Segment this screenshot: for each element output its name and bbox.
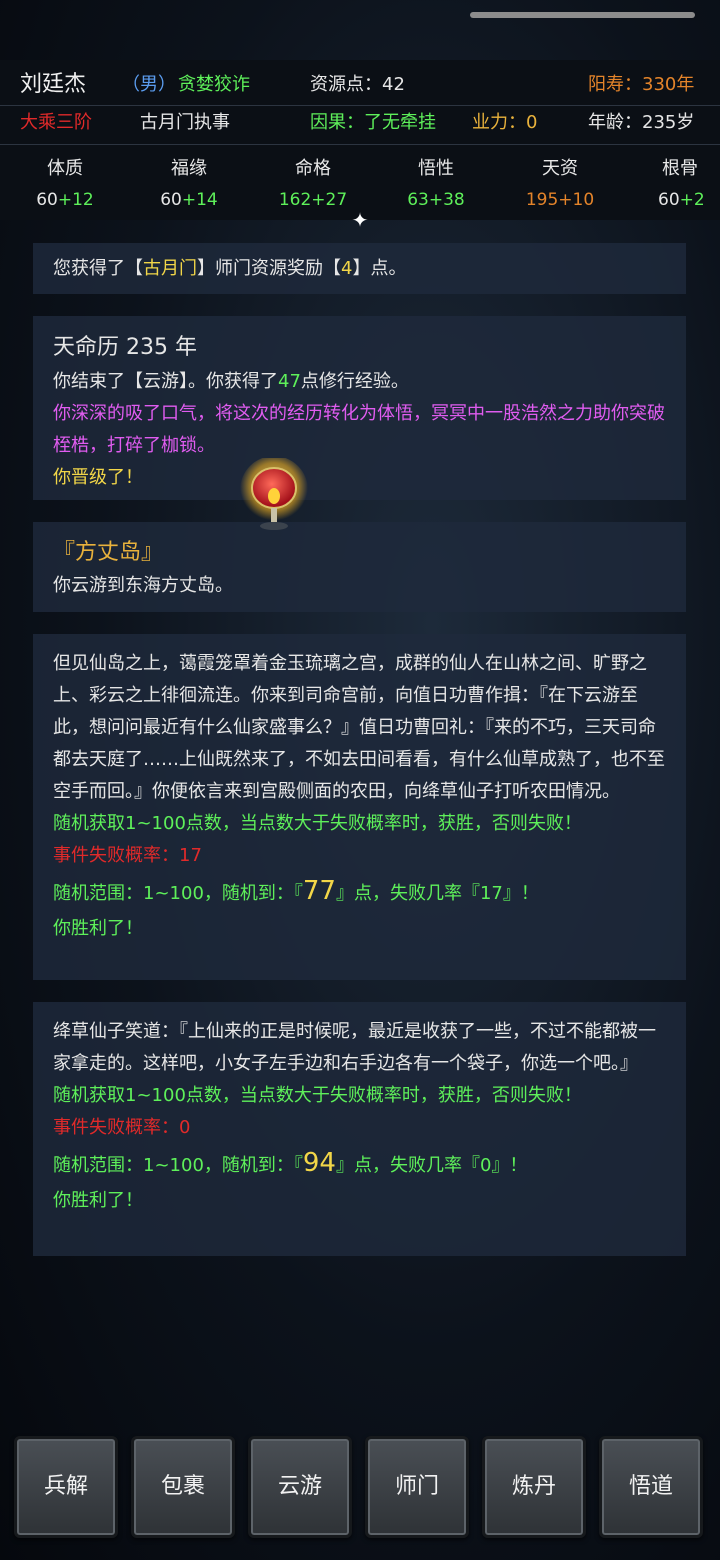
stat-value-talent: 195+10 [525, 190, 595, 210]
event-story: 绛草仙子笑道：『上仙来的正是时候呢，最近是收获了一些，不过不能都被一家拿走的。这… [53, 1021, 656, 1074]
stat-value-bone: 60+2 [658, 190, 705, 210]
enlightenment-button[interactable]: 悟道 [599, 1436, 703, 1538]
character-name: 刘廷杰 [20, 72, 87, 97]
breakthrough-text: 你深深的吸了口气，将这次的经历转化为体悟，冥冥中一股浩然之力助你突破桎梏，打碎了… [53, 403, 665, 456]
roll-number: 77 [302, 876, 336, 906]
event-result: 你胜利了！ [53, 1190, 143, 1211]
event-story: 但见仙岛之上，蔼霞笼罩着金玉琉璃之宫，成群的仙人在山林之间、旷野之上、彩云之上徘… [53, 653, 665, 802]
stat-value-comprehension: 63+38 [407, 190, 465, 210]
stat-value-destiny: 162+27 [278, 190, 348, 210]
resource-points: 资源点：42 [310, 74, 405, 95]
action-bar: 兵解 包裹 云游 师门 炼丹 悟道 [0, 1430, 720, 1542]
stat-label-bone: 根骨 [662, 158, 698, 179]
sect-name: 古月门 [143, 258, 197, 279]
location-name: 『方丈岛』 [53, 540, 164, 565]
header-row-1: 刘廷杰 （男） 贪婪狡诈 资源点：42 阳寿：330年 [0, 65, 720, 105]
sparkle-icon: ✦ [351, 208, 369, 232]
stat-label-fortune: 福缘 [171, 158, 207, 179]
header-row-2: 大乘三阶 古月门执事 因果：了无牵挂 业力：0 年龄：235岁 [0, 103, 720, 143]
dissolve-button[interactable]: 兵解 [14, 1436, 118, 1538]
realm: 大乘三阶 [20, 112, 92, 133]
sect-position: 古月门执事 [140, 112, 230, 133]
event-result: 你胜利了！ [53, 918, 143, 939]
reward-amount: 4 [341, 258, 353, 279]
roll-number: 94 [302, 1148, 336, 1178]
age: 年龄：235岁 [588, 112, 695, 133]
character-trait: 贪婪狡诈 [178, 74, 250, 95]
sect-button[interactable]: 师门 [365, 1436, 469, 1538]
stat-value-fortune: 60+14 [160, 190, 218, 210]
merit: 业力：0 [472, 112, 538, 133]
event-rule: 随机获取1~100点数，当点数大于失败概率时，获胜，否则失败！ [53, 1085, 582, 1106]
event-roll: 随机范围：1~100，随机到：『94』点，失败几率『0』！ [53, 1148, 528, 1178]
year-title: 天命历 235 年 [53, 335, 197, 360]
character-header: 刘廷杰 （男） 贪婪狡诈 资源点：42 阳寿：330年 大乘三阶 古月门执事 因… [0, 60, 720, 220]
home-indicator [470, 12, 695, 18]
inventory-button[interactable]: 包裹 [131, 1436, 235, 1538]
stat-label-destiny: 命格 [295, 158, 331, 179]
event-roll: 随机范围：1~100，随机到：『77』点，失败几率『17』！ [53, 876, 539, 906]
levelup-text: 你晋级了！ [53, 467, 143, 488]
stat-value-constitution: 60+12 [36, 190, 94, 210]
event-card-1: 但见仙岛之上，蔼霞笼罩着金玉琉璃之宫，成群的仙人在山林之间、旷野之上、彩云之上徘… [33, 634, 686, 980]
travel-button[interactable]: 云游 [248, 1436, 352, 1538]
event-fail-rate: 事件失败概率：17 [53, 845, 202, 866]
stat-label-comprehension: 悟性 [418, 158, 454, 179]
event-card-2: 绛草仙子笑道：『上仙来的正是时候呢，最近是收获了一些，不过不能都被一家拿走的。这… [33, 1002, 686, 1256]
lifespan: 阳寿：330年 [588, 74, 695, 95]
year-summary-card: 天命历 235 年 你结束了【云游】。你获得了47点修行经验。 你深深的吸了口气… [33, 316, 686, 500]
karma: 因果：了无牵挂 [310, 112, 436, 133]
reward-message: 您获得了【古月门】师门资源奖励【4】点。 [33, 243, 686, 294]
header-divider-2 [0, 144, 720, 145]
alchemy-button[interactable]: 炼丹 [482, 1436, 586, 1538]
stat-label-talent: 天资 [542, 158, 578, 179]
experience-line: 你结束了【云游】。你获得了47点修行经验。 [53, 371, 409, 392]
stat-label-constitution: 体质 [47, 158, 83, 179]
location-desc: 你云游到东海方丈岛。 [53, 575, 233, 596]
location-card: 『方丈岛』 你云游到东海方丈岛。 [33, 522, 686, 612]
character-gender: （男） [122, 74, 176, 95]
event-rule: 随机获取1~100点数，当点数大于失败概率时，获胜，否则失败！ [53, 813, 582, 834]
event-fail-rate: 事件失败概率：0 [53, 1117, 191, 1138]
